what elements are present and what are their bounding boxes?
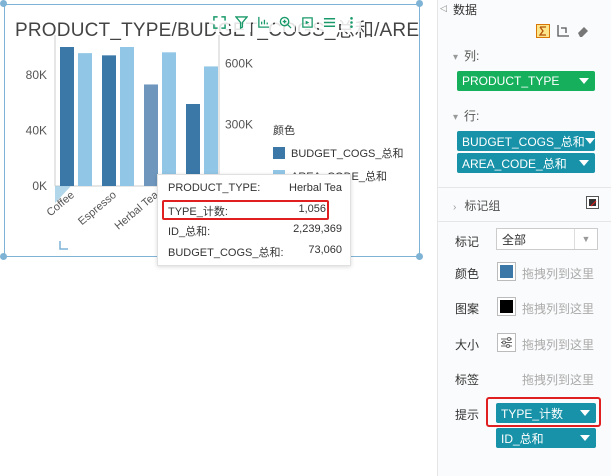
resize-handle[interactable] [416,0,423,7]
more-icon[interactable] [341,12,361,32]
legend-swatch [273,147,285,159]
drop-hint: 拖拽列到这里 [522,338,595,352]
row-field-pill[interactable]: AREA_CODE_总和 [457,153,595,173]
expand-icon[interactable] [209,12,229,32]
y-tick-label-left: 80K [26,68,47,82]
y-tick-label-left: 40K [26,123,47,137]
divider [438,221,611,222]
x-tick-label: Espresso [76,189,119,228]
row-field-pill[interactable]: BUDGET_COGS_总和 [457,131,595,151]
sum-icon[interactable] [536,24,550,38]
zoom-icon[interactable] [275,12,295,32]
drop-hint: 拖拽列到这里 [522,373,595,387]
drop-hint: 拖拽列到这里 [522,267,595,281]
chart-toolbar [209,12,361,32]
mark-type-select[interactable]: 全部 ▼ [496,228,598,250]
column-field-pill[interactable]: PRODUCT_TYPE [457,71,595,91]
pattern-button[interactable] [497,297,516,316]
chart-tooltip: PRODUCT_TYPE: Herbal Tea TYPE_计数: 1,056 … [157,174,351,266]
select-value: 全部 [502,232,527,247]
list-icon[interactable] [319,12,339,32]
columns-label: 列: [464,49,480,63]
pill-label: ID_总和 [501,431,544,446]
tooltip-row: ID_总和: 2,239,369 [168,223,342,239]
corner-bracket [59,241,68,250]
resize-handle[interactable] [0,0,7,7]
property-label-tooltip: 提示 [455,408,480,422]
chevron-down-icon: ▾ [453,52,459,63]
data-panel: ◁ 数据 ▾ 列: PRODUCT_TYPE ▾ 行: BUDGET_COGS_总和… [437,0,611,476]
resize-handle[interactable] [416,253,423,260]
bar-BUDGET_COGS_总和 [102,55,116,187]
pill-label: PRODUCT_TYPE [462,74,560,88]
rows-section-label[interactable]: ▾ 行: [453,107,479,124]
property-label-size: 大小 [455,338,480,352]
legend-title: 颜色 [273,125,295,137]
mark-label: 标记 [455,235,480,249]
tooltip-pill-highlight-box [486,397,601,427]
panel-toolbar [536,24,590,38]
legend-item[interactable]: BUDGET_COGS_总和 [273,145,403,161]
color-button[interactable] [497,262,516,281]
bar-AREA_CODE_总和 [162,52,176,187]
rows-label: 行: [464,109,480,123]
pattern-icon [500,300,513,313]
filter-icon[interactable] [231,12,251,32]
chevron-right-icon: › [453,202,457,213]
size-button[interactable] [497,333,516,352]
tooltip-value: 2,239,369 [293,223,342,235]
export-icon[interactable] [297,12,317,32]
tooltip-value: 73,060 [308,244,342,256]
chart-type-icon[interactable] [253,12,273,32]
caret-down-icon[interactable] [584,138,595,144]
pill-label: BUDGET_COGS_总和 [462,134,585,149]
mark-group-label: 标记组 [464,199,501,213]
bar-BUDGET_COGS_总和 [60,47,74,186]
pill-label: AREA_CODE_总和 [462,156,567,171]
tooltip-row: PRODUCT_TYPE: Herbal Tea [168,182,342,198]
divider [438,187,611,188]
caret-down-icon[interactable] [579,160,589,166]
legend-label: BUDGET_COGS_总和 [291,148,404,160]
drop-hint: 拖拽列到这里 [522,302,595,316]
bar-AREA_CODE_总和 [78,53,92,186]
chevron-down-icon: ▾ [453,112,459,123]
chevron-down-icon[interactable]: ▼ [574,229,597,249]
property-label-color: 颜色 [455,267,480,281]
tooltip-key: ID_总和: [168,226,211,238]
eraser-icon[interactable] [576,24,590,38]
tooltip-key: PRODUCT_TYPE: [168,182,261,194]
mark-group-icon[interactable] [586,196,599,209]
resize-handle[interactable] [0,253,7,260]
y-tick-label-left: 0K [32,179,47,193]
color-swatch-icon [500,265,513,278]
property-label-label: 标签 [455,373,480,387]
axis-swap-icon[interactable] [556,24,570,38]
y-tick-label-right: 600K [225,56,253,70]
property-label-pattern: 图案 [455,302,480,316]
tooltip-row: BUDGET_COGS_总和: 73,060 [168,244,342,260]
mark-group-header[interactable]: › 标记组 [453,197,500,214]
columns-section-label[interactable]: ▾ 列: [453,47,479,64]
caret-down-icon[interactable] [580,435,590,441]
bar-AREA_CODE_总和 [204,66,218,186]
collapse-icon[interactable]: ◁ [440,3,447,14]
tooltip-field-pill[interactable]: ID_总和 [496,428,596,448]
tooltip-value: Herbal Tea [289,182,342,194]
bar-AREA_CODE_总和 [120,47,134,186]
size-icon [501,337,512,348]
tooltip-highlight-box [162,200,329,220]
caret-down-icon[interactable] [579,78,589,84]
panel-title: 数据 [453,3,478,17]
tooltip-key: BUDGET_COGS_总和: [168,247,284,259]
x-tick-label: Herbal Tea [113,189,162,233]
y-tick-label-right: 300K [225,118,253,132]
bar-BUDGET_COGS_总和 [144,84,158,186]
